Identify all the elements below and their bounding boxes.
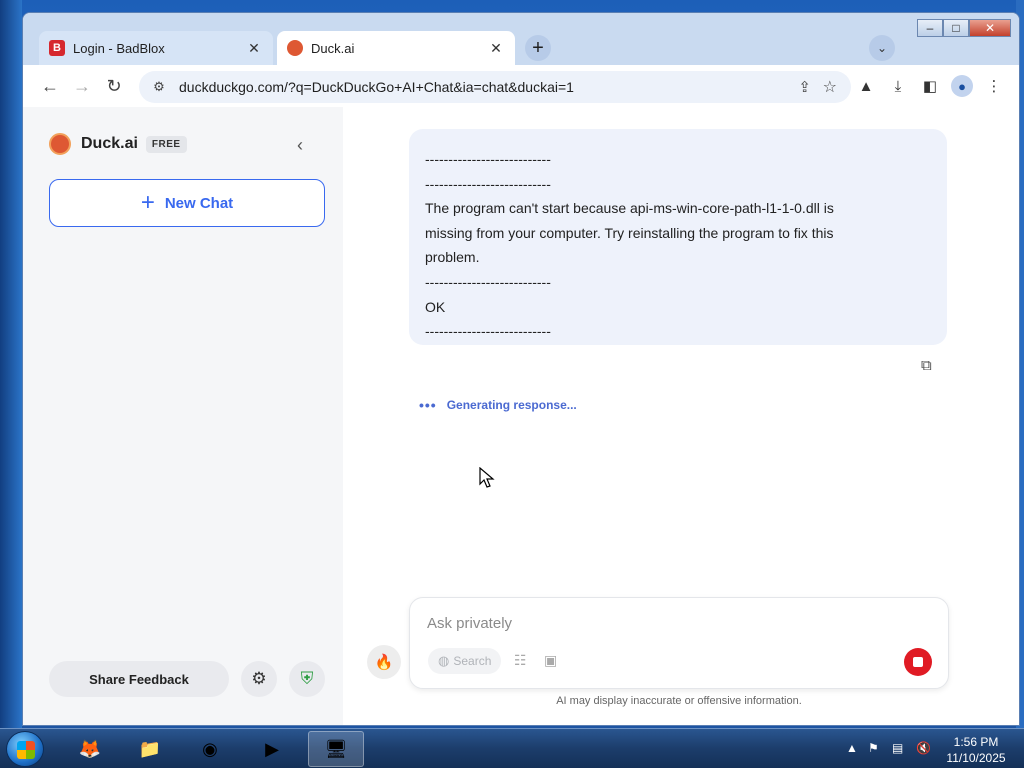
media-player-icon[interactable]: ▶ [244,731,300,767]
brand-name: Duck.ai [81,135,138,152]
address-bar[interactable]: ⚙ duckduckgo.com/?q=DuckDuckGo+AI+Chat&i… [139,71,851,103]
tab-badblox-login[interactable]: B Login - BadBlox ✕ [39,31,273,65]
privacy-shield-icon[interactable]: ⛨ [289,661,325,697]
message-line: --------------------------- [425,273,551,290]
share-icon[interactable]: ⇪ [798,78,811,96]
menu-kebab-icon[interactable]: ⋮ [983,75,1005,97]
browser-taskbar-icon[interactable]: ◉ [182,731,238,767]
settings-gear-icon[interactable]: ⚙ [241,661,277,697]
window-controls: – □ ✕ [917,19,1011,39]
volume-muted-icon[interactable]: 🔇 [916,741,931,755]
message-line: problem. [425,249,480,266]
generating-status: ••• Generating response... [419,397,577,413]
free-badge: FREE [145,135,187,153]
new-chat-button[interactable]: + New Chat [49,179,325,227]
stop-square-icon [913,657,923,667]
reload-icon[interactable]: ↻ [101,73,127,99]
collapse-sidebar-icon[interactable]: ‹ [297,135,303,156]
minimize-icon[interactable]: – [917,19,943,37]
chat-input-box[interactable]: Ask privately ◍ Search ☷ ▣ [409,597,949,689]
badblox-favicon-icon: B [49,40,65,56]
download-icon[interactable]: ⤓ [887,75,909,97]
browser-toolbar: ← → ↻ ⚙ duckduckgo.com/?q=DuckDuckGo+AI+… [23,65,1019,107]
url-text: duckduckgo.com/?q=DuckDuckGo+AI+Chat&ia=… [179,79,574,95]
loading-dots-icon: ••• [419,397,437,413]
network-icon[interactable]: ▤ [892,741,903,755]
maximize-icon[interactable]: □ [943,19,969,37]
tab-title: Login - BadBlox [73,40,165,56]
back-arrow-icon[interactable]: ← [37,73,63,99]
model-settings-icon[interactable]: ☷ [514,652,527,669]
windows-taskbar: 🦊 📁 ◉ ▶ 🖥 ▲ ⚑ ▤ 🔇 1:56 PM 11/10/2025 [0,728,1024,768]
message-line: missing from your computer. Try reinstal… [425,224,834,241]
clock-date: 11/10/2025 [946,751,1006,765]
tab-duck-ai[interactable]: Duck.ai ✕ [277,31,515,65]
share-feedback-button[interactable]: Share Feedback [49,661,229,697]
plus-icon: + [140,189,155,216]
clock-time: 1:56 PM [953,735,999,749]
bookmark-star-icon[interactable]: ☆ [823,77,837,97]
start-button[interactable] [6,731,44,767]
close-window-icon[interactable]: ✕ [969,19,1011,37]
profile-avatar-icon[interactable]: ● [951,75,973,97]
tab-strip: B Login - BadBlox ✕ Duck.ai ✕ + ⌄ – □ ✕ [23,13,1019,65]
new-chat-label: New Chat [164,194,234,212]
site-info-icon[interactable]: ⚙ [149,79,169,95]
duckduckgo-favicon-icon [287,40,303,56]
file-explorer-icon[interactable]: 📁 [122,731,178,767]
browser-window: B Login - BadBlox ✕ Duck.ai ✕ + ⌄ – □ ✕ … [22,12,1020,726]
new-tab-button[interactable]: + [525,35,551,61]
tab-title: Duck.ai [311,40,355,56]
desktop-edge-left [0,0,22,728]
message-line: OK [425,298,446,315]
fire-clear-icon[interactable]: 🔥 [367,645,401,679]
message-line: --------------------------- [425,175,551,192]
search-label: Search [453,654,492,668]
sidebar: Duck.ai FREE ‹ + New Chat Share Feedback… [23,107,343,725]
system-clock[interactable]: 1:56 PM 11/10/2025 [944,734,1008,766]
close-tab-icon[interactable]: ✕ [245,40,263,57]
tray-expand-icon[interactable]: ▲ [846,741,858,755]
copy-message-icon[interactable]: ⧉ [921,357,932,374]
image-attach-icon[interactable]: ▣ [544,652,557,669]
message-line: --------------------------- [425,151,551,167]
message-line: --------------------------- [425,323,551,340]
globe-icon: ◍ [438,653,450,668]
labs-flask-icon[interactable]: ▲ [855,75,877,97]
page-content: Duck.ai FREE ‹ + New Chat Share Feedback… [23,107,1019,725]
message-line: The program can't start because api-ms-w… [425,200,834,217]
user-message: --------------------------- ------------… [409,129,947,345]
web-search-toggle[interactable]: ◍ Search [428,648,502,674]
brand: Duck.ai FREE [49,133,187,155]
windows-logo-icon [17,741,35,759]
forward-arrow-icon[interactable]: → [69,73,95,99]
fox-app-icon[interactable]: 🦊 [62,731,118,767]
stop-generating-button[interactable] [904,648,932,676]
side-panel-icon[interactable]: ◧ [919,75,941,97]
disclaimer-text: AI may display inaccurate or offensive i… [556,695,802,707]
chat-input-placeholder: Ask privately [427,615,513,632]
tab-search-button[interactable]: ⌄ [869,35,895,61]
chat-area: --------------------------- ------------… [345,107,1019,725]
duck-logo-icon [49,133,71,155]
action-center-flag-icon[interactable]: ⚑ [868,741,879,755]
generating-text: Generating response... [446,398,577,412]
close-tab-icon[interactable]: ✕ [487,40,505,57]
active-app-icon[interactable]: 🖥 [308,731,364,767]
mouse-cursor-icon [479,467,495,488]
